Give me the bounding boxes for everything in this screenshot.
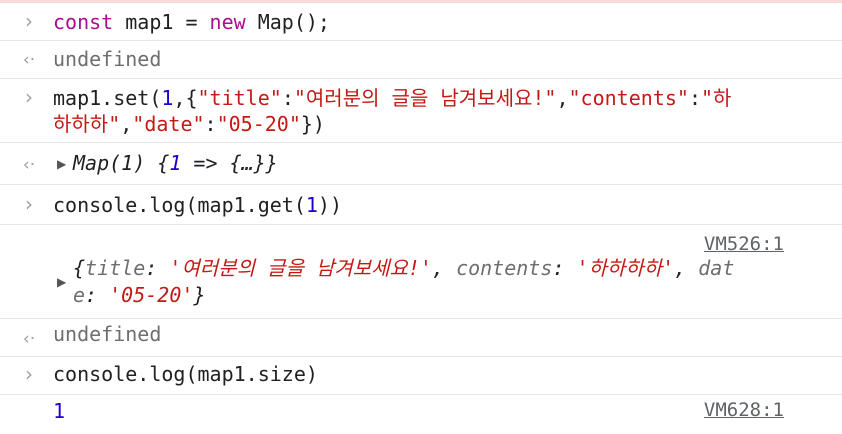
input-code[interactable]: console.log(map1.get(1)): [53, 193, 342, 217]
input-code[interactable]: console.log(map1.size): [53, 362, 318, 386]
log-value: 1: [53, 399, 66, 423]
source-link[interactable]: VM526:1: [704, 233, 784, 255]
return-arrow-icon: ‹·: [22, 50, 36, 70]
log-object-line-2[interactable]: e: '05-20'}: [73, 283, 205, 307]
console-input-row[interactable]: › console.log(map1.size): [0, 357, 842, 395]
console-output-row[interactable]: ‹· ▶ Map(1) {1 => {…}}: [0, 143, 842, 185]
output-undefined: undefined: [53, 47, 162, 71]
console-input-row[interactable]: › console.log(map1.get(1)): [0, 185, 842, 225]
console-output-row: ‹· undefined: [0, 41, 842, 79]
input-code-line-2[interactable]: 하하하","date":"05-20"}): [53, 112, 325, 136]
console-input-row[interactable]: › const map1 = new Map();: [0, 3, 842, 41]
devtools-console: › const map1 = new Map(); ‹· undefined ›…: [0, 0, 842, 434]
console-input-row[interactable]: › map1.set(1,{"title":"여러분의 글을 남겨보세요!","…: [0, 79, 842, 143]
return-arrow-icon: ‹·: [22, 155, 36, 175]
return-arrow-icon: ‹·: [22, 329, 36, 349]
output-undefined: undefined: [53, 322, 162, 346]
source-link[interactable]: VM628:1: [704, 399, 784, 421]
output-map-object[interactable]: Map(1) {1 => {…}}: [73, 151, 278, 175]
input-code-line-1[interactable]: map1.set(1,{"title":"여러분의 글을 남겨보세요!","co…: [53, 86, 731, 110]
prompt-chevron-icon: ›: [25, 9, 33, 33]
console-log-row: VM526:1 ▶ {title: '여러분의 글을 남겨보세요!', cont…: [0, 225, 842, 319]
console-log-row: 1 VM628:1: [0, 395, 842, 434]
prompt-chevron-icon: ›: [25, 362, 33, 386]
input-code[interactable]: const map1 = new Map();: [53, 10, 330, 34]
console-output-row: ‹· undefined: [0, 319, 842, 357]
expand-triangle-icon[interactable]: ▶: [57, 157, 66, 171]
prompt-chevron-icon: ›: [25, 85, 33, 109]
prompt-chevron-icon: ›: [25, 192, 33, 216]
log-object-line-1[interactable]: {title: '여러분의 글을 남겨보세요!', contents: '하하하…: [73, 256, 734, 280]
expand-triangle-icon[interactable]: ▶: [57, 275, 66, 289]
